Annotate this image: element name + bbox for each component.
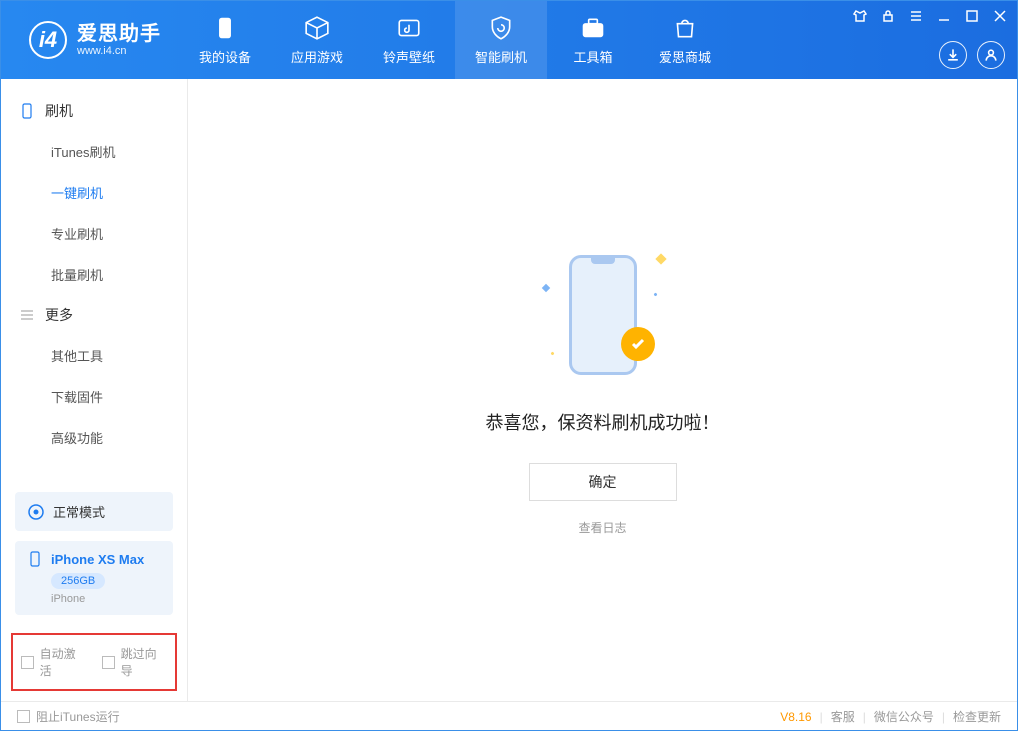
ok-button[interactable]: 确定 (529, 463, 677, 501)
sidebar-item-other-tools[interactable]: 其他工具 (1, 335, 187, 376)
device-type: iPhone (51, 593, 161, 605)
check-update-link[interactable]: 检查更新 (953, 708, 1001, 725)
sidebar-item-itunes-flash[interactable]: iTunes刷机 (1, 131, 187, 172)
sparkle-icon (655, 253, 666, 264)
sidebar-item-one-click-flash[interactable]: 一键刷机 (1, 172, 187, 213)
phone-icon (19, 103, 35, 119)
sidebar-item-download-firmware[interactable]: 下载固件 (1, 376, 187, 417)
phone-icon (27, 551, 43, 567)
status-bar: 阻止iTunes运行 V8.16 | 客服 | 微信公众号 | 检查更新 (1, 701, 1017, 731)
nav-my-device[interactable]: 我的设备 (179, 1, 271, 79)
main-content: 恭喜您，保资料刷机成功啦！ 确定 查看日志 (188, 79, 1017, 701)
checkbox-label: 跳过向导 (121, 645, 167, 679)
sidebar: 刷机 iTunes刷机 一键刷机 专业刷机 批量刷机 更多 其他工具 下载固件 … (1, 79, 188, 701)
nav-flash[interactable]: 智能刷机 (455, 1, 547, 79)
bag-icon (672, 15, 698, 41)
view-log-link[interactable]: 查看日志 (578, 519, 626, 536)
nav-label: 爱思商城 (659, 47, 711, 66)
checkbox-label: 自动激活 (40, 645, 86, 679)
mode-icon (27, 503, 45, 521)
close-icon[interactable] (993, 9, 1007, 23)
nav-label: 工具箱 (573, 47, 612, 66)
nav-label: 应用游戏 (291, 47, 343, 66)
checkbox-icon (21, 656, 34, 669)
nav-store[interactable]: 爱思商城 (639, 1, 731, 79)
device-mode[interactable]: 正常模式 (15, 492, 173, 531)
nav-apps[interactable]: 应用游戏 (271, 1, 363, 79)
customer-service-link[interactable]: 客服 (831, 708, 855, 725)
separator: | (863, 710, 866, 724)
wechat-link[interactable]: 微信公众号 (874, 708, 934, 725)
skip-guide-checkbox[interactable]: 跳过向导 (102, 645, 167, 679)
shirt-icon[interactable] (853, 9, 867, 23)
account-button[interactable] (977, 41, 1005, 69)
success-message: 恭喜您，保资料刷机成功啦！ (486, 409, 720, 435)
main-nav: 我的设备 应用游戏 铃声壁纸 智能刷机 工具箱 爱思商城 (179, 1, 731, 79)
download-button[interactable] (939, 41, 967, 69)
success-illustration (533, 245, 673, 385)
nav-label: 智能刷机 (475, 47, 527, 66)
device-name: iPhone XS Max (51, 552, 144, 567)
sidebar-group-flash: 刷机 (1, 91, 187, 131)
checkbox-icon (17, 710, 30, 723)
device-icon (212, 15, 238, 41)
sidebar-group-more: 更多 (1, 295, 187, 335)
maximize-icon[interactable] (965, 9, 979, 23)
separator: | (820, 710, 823, 724)
window-controls (853, 9, 1007, 23)
nav-label: 铃声壁纸 (383, 47, 435, 66)
storage-badge: 256GB (51, 573, 105, 589)
nav-toolbox[interactable]: 工具箱 (547, 1, 639, 79)
check-badge-icon (621, 327, 655, 361)
toolbox-icon (580, 15, 606, 41)
auto-activate-checkbox[interactable]: 自动激活 (21, 645, 86, 679)
group-title: 刷机 (45, 101, 73, 121)
sidebar-item-advanced[interactable]: 高级功能 (1, 417, 187, 458)
logo: i4 爱思助手 www.i4.cn (1, 21, 179, 59)
list-icon (19, 307, 35, 323)
app-header: i4 爱思助手 www.i4.cn 我的设备 应用游戏 铃声壁纸 智能刷机 工具… (1, 1, 1017, 79)
sparkle-icon (541, 283, 549, 291)
checkbox-label: 阻止iTunes运行 (36, 708, 120, 725)
mode-text: 正常模式 (53, 502, 105, 521)
minimize-icon[interactable] (937, 9, 951, 23)
logo-icon: i4 (29, 21, 67, 59)
lock-icon[interactable] (881, 9, 895, 23)
version-text: V8.16 (780, 710, 811, 724)
nav-label: 我的设备 (199, 47, 251, 66)
menu-icon[interactable] (909, 9, 923, 23)
separator: | (942, 710, 945, 724)
nav-ringtones[interactable]: 铃声壁纸 (363, 1, 455, 79)
app-subtitle: www.i4.cn (77, 45, 161, 57)
cube-icon (304, 15, 330, 41)
flash-options-highlight: 自动激活 跳过向导 (11, 633, 177, 691)
app-title: 爱思助手 (77, 23, 161, 45)
sparkle-icon (653, 292, 657, 296)
block-itunes-checkbox[interactable]: 阻止iTunes运行 (17, 708, 120, 725)
sidebar-item-batch-flash[interactable]: 批量刷机 (1, 254, 187, 295)
sparkle-icon (550, 351, 554, 355)
sidebar-item-pro-flash[interactable]: 专业刷机 (1, 213, 187, 254)
shield-refresh-icon (488, 15, 514, 41)
header-actions (939, 41, 1005, 69)
device-info[interactable]: iPhone XS Max 256GB iPhone (15, 541, 173, 615)
music-folder-icon (396, 15, 422, 41)
group-title: 更多 (45, 305, 73, 325)
device-panel: 正常模式 iPhone XS Max 256GB iPhone (1, 480, 187, 627)
checkbox-icon (102, 656, 115, 669)
